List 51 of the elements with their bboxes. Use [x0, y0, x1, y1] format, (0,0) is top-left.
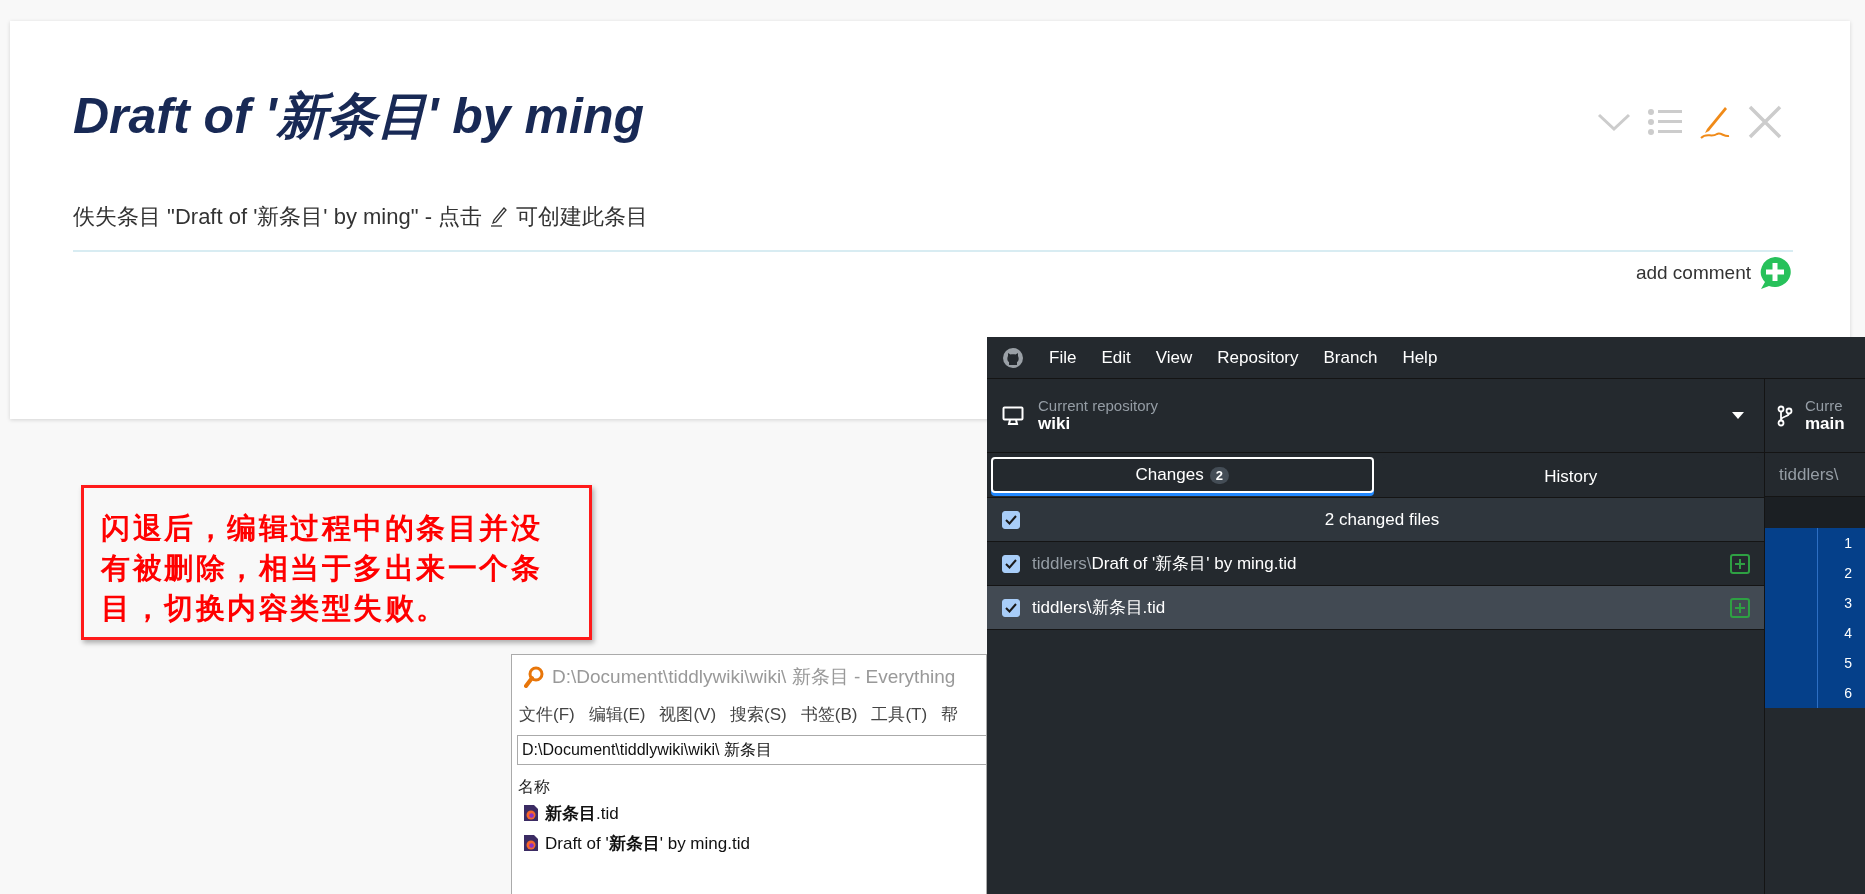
monitor-icon — [1002, 405, 1024, 426]
dropdown-caret-icon — [1732, 412, 1744, 419]
annotation-text: 闪退后，编辑过程中的条目并没有被删除，相当于多出来一个条目，切换内容类型失败。 — [101, 510, 543, 627]
octocat-icon — [1002, 346, 1024, 369]
menu-item[interactable]: 工具(T) — [871, 702, 928, 726]
tab[interactable]: Changes 2 — [991, 457, 1374, 493]
menu-item[interactable]: 视图(V) — [659, 702, 717, 726]
missing-tiddler-text: 可创建此条目 — [516, 203, 649, 231]
menu-item[interactable]: 帮 — [941, 702, 959, 726]
menu-item[interactable]: Branch — [1323, 347, 1378, 368]
file-name[interactable]: 新条目.tid — [545, 801, 619, 825]
count-badge: 2 — [1209, 466, 1229, 484]
line-number: 4 — [1843, 624, 1852, 643]
file-icon — [523, 804, 539, 822]
branch-selector[interactable]: Curre main — [1765, 379, 1865, 453]
changed-files-count: 2 changed files — [1323, 509, 1441, 530]
line-number: 5 — [1843, 654, 1852, 673]
line-number: 2 — [1843, 564, 1852, 583]
checkbox[interactable] — [1002, 598, 1020, 617]
line-number: 3 — [1843, 594, 1852, 613]
tiddler-title: Draft of '新条目' by ming — [73, 87, 644, 146]
missing-tiddler-text: 佚失条目 "Draft of '新条目' by ming" - 点击 — [73, 203, 483, 231]
pencil-icon — [490, 207, 509, 227]
file-path: tiddlers\Draft of '新条目' by ming.tid — [1032, 553, 1298, 575]
close-icon[interactable] — [1747, 103, 1783, 140]
line-number: 1 — [1843, 534, 1852, 553]
column-header[interactable]: 名称 — [512, 777, 550, 798]
checkbox[interactable] — [1002, 510, 1020, 529]
menu-item[interactable]: Edit — [1101, 347, 1131, 368]
menu-item[interactable]: 文件(F) — [519, 702, 575, 726]
file-name[interactable]: Draft of '新条目' by ming.tid — [545, 831, 750, 855]
line-number: 6 — [1843, 684, 1852, 703]
magnifier-icon — [524, 666, 544, 688]
add-comment-link[interactable]: add comment — [1635, 262, 1751, 284]
repository-selector[interactable]: Current repository wiki — [987, 379, 1764, 453]
file-icon — [523, 834, 539, 852]
file-path: tiddlers\新条目.tid — [1032, 597, 1167, 619]
chevron-icon[interactable] — [1597, 111, 1631, 132]
menu-item[interactable]: Help — [1402, 347, 1438, 368]
menu-item[interactable]: 书签(B) — [800, 702, 858, 726]
menu-item[interactable]: 搜索(S) — [730, 702, 787, 726]
menu-item[interactable]: Repository — [1217, 347, 1299, 368]
branch-icon — [1777, 404, 1793, 427]
window-title: D:\Document\tiddlywiki\wiki\ 新条目 - Everything — [552, 665, 956, 689]
menu-item[interactable]: 编辑(E) — [588, 702, 646, 726]
search-field[interactable]: D:\Document\tiddlywiki\wiki\ 新条目 — [517, 735, 986, 765]
menu-item[interactable]: View — [1155, 347, 1193, 368]
list-icon[interactable] — [1647, 107, 1683, 136]
file-row[interactable]: tiddlers\新条目.tid — [987, 586, 1764, 630]
checkbox[interactable] — [1002, 554, 1020, 573]
menu-item[interactable]: File — [1049, 347, 1077, 368]
